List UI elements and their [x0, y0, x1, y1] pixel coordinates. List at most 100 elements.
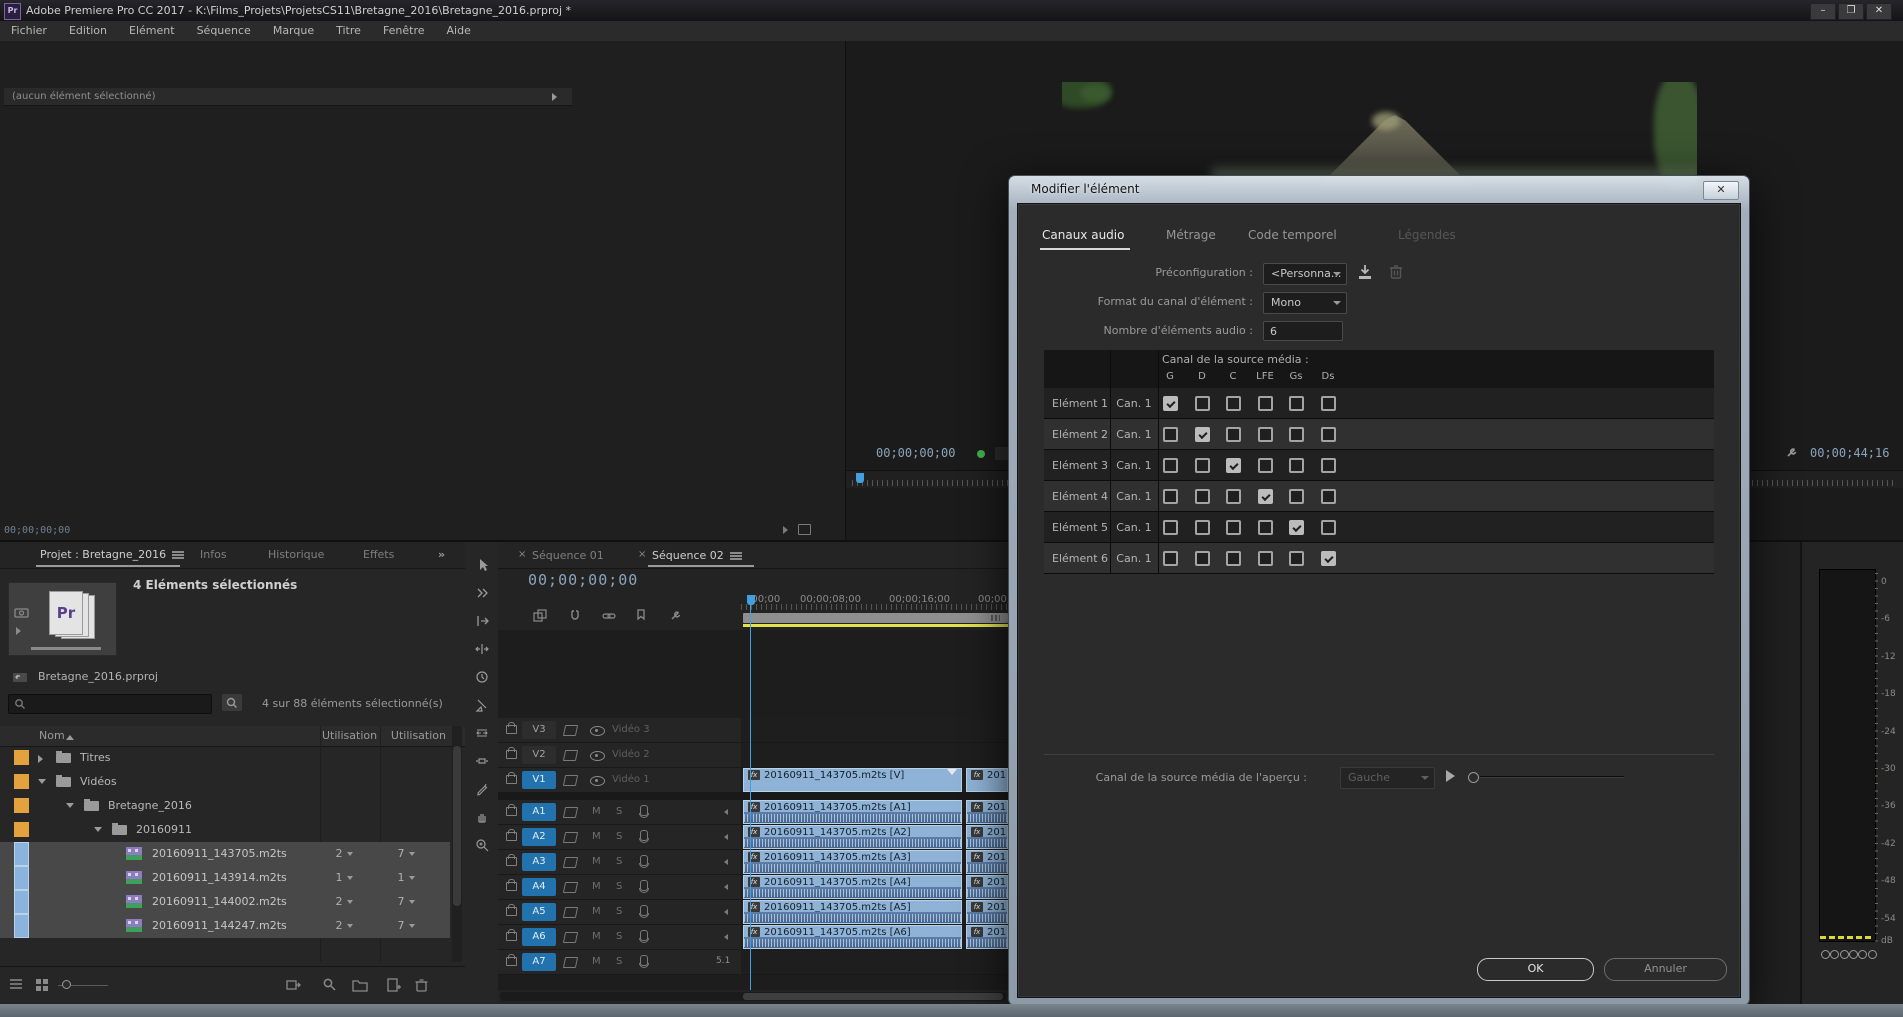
list-item-20160911-144247-m2ts[interactable]: 20160911_144247.m2ts27	[0, 914, 450, 938]
checkbox-el-ment-6-gs[interactable]	[1289, 551, 1304, 566]
track-target-button-a5[interactable]: A5	[522, 903, 556, 921]
track-header-v2[interactable]: V2Vidéo 2	[498, 743, 740, 768]
sync-lock-icon[interactable]	[563, 957, 578, 968]
track-lock-icon[interactable]	[506, 750, 517, 759]
meter-solo-button[interactable]	[1840, 950, 1849, 959]
usage-video-count[interactable]: 2	[318, 895, 370, 908]
track-target-button-a6[interactable]: A6	[522, 928, 556, 946]
track-solo-button[interactable]: S	[616, 956, 622, 967]
label-color-swatch[interactable]	[14, 914, 29, 938]
checkbox-el-ment-5-lfe[interactable]	[1258, 520, 1273, 535]
tool-razor-icon[interactable]	[475, 698, 489, 712]
checkbox-el-ment-2-gs[interactable]	[1289, 427, 1304, 442]
track-header-a5[interactable]: A5MS	[498, 900, 740, 925]
track-header-a1[interactable]: A1MS	[498, 800, 740, 825]
sync-lock-icon[interactable]	[563, 832, 578, 843]
preview-thumbnail[interactable]: Pr	[8, 582, 117, 656]
checkbox-el-ment-1-d[interactable]	[1195, 396, 1210, 411]
menu-titre[interactable]: Titre	[325, 21, 372, 37]
preview-channel-dropdown[interactable]: Gauche	[1340, 767, 1435, 789]
sync-lock-icon[interactable]	[563, 907, 578, 918]
nest-sequence-icon[interactable]	[533, 609, 547, 623]
track-lock-icon[interactable]	[506, 832, 517, 841]
timeline-clip-v1[interactable]: fx20160911_143705.m2ts [V]	[743, 768, 962, 792]
voiceover-mic-icon[interactable]	[640, 930, 648, 941]
timeline-clip-a6[interactable]: fx201	[966, 925, 1008, 949]
fx-badge-icon[interactable]: fx	[971, 770, 983, 780]
list-item-vid-os[interactable]: Vidéos	[0, 770, 450, 794]
list-item-titres[interactable]: Titres	[0, 746, 450, 770]
checkbox-el-ment-4-d[interactable]	[1195, 489, 1210, 504]
usage-dropdown-icon[interactable]	[409, 876, 415, 880]
checkbox-el-ment-2-ds[interactable]	[1321, 427, 1336, 442]
track-content-a6[interactable]: fx20160911_143705.m2ts [A6]fx201	[741, 925, 1008, 950]
tool-zoom-icon[interactable]	[475, 838, 489, 852]
track-header-a7[interactable]: A7MS5.1	[498, 950, 740, 975]
playback-resolution-dropdown[interactable]	[995, 447, 1009, 460]
usage-video-count[interactable]: 1	[318, 871, 370, 884]
track-content-a5[interactable]: fx20160911_143705.m2ts [A5]fx201	[741, 900, 1008, 925]
channel-format-dropdown[interactable]: Mono	[1263, 292, 1347, 314]
voiceover-mic-icon[interactable]	[640, 830, 648, 841]
timeline-clip-a1[interactable]: fx20160911_143705.m2ts [A1]	[743, 800, 962, 824]
track-lock-icon[interactable]	[506, 932, 517, 941]
track-content-a4[interactable]: fx20160911_143705.m2ts [A4]fx201	[741, 875, 1008, 900]
checkbox-el-ment-3-gs[interactable]	[1289, 458, 1304, 473]
label-color-swatch[interactable]	[14, 842, 29, 866]
label-color-swatch[interactable]	[14, 798, 29, 813]
minimize-button[interactable]: –	[1810, 3, 1836, 20]
track-target-button-v2[interactable]: V2	[522, 746, 556, 764]
tool-pen-icon[interactable]	[475, 782, 489, 796]
checkbox-el-ment-1-ds[interactable]	[1321, 396, 1336, 411]
checkbox-el-ment-1-lfe[interactable]	[1258, 396, 1273, 411]
checkbox-el-ment-4-c[interactable]	[1226, 489, 1241, 504]
fx-badge-icon[interactable]: fx	[971, 852, 983, 862]
usage-video-count[interactable]: 2	[318, 919, 370, 932]
tool-rolling-edit-icon[interactable]	[475, 642, 489, 656]
window-close-button[interactable]: ✕	[1866, 3, 1892, 20]
track-visibility-eye-icon[interactable]	[590, 776, 605, 786]
checkbox-el-ment-3-d[interactable]	[1195, 458, 1210, 473]
find-icon[interactable]	[322, 977, 338, 993]
track-visibility-eye-icon[interactable]	[590, 751, 605, 761]
search-input[interactable]	[8, 694, 212, 714]
tab-s-quence-02[interactable]: Séquence 02	[652, 549, 724, 562]
timeline-clip-a4[interactable]: fx201	[966, 875, 1008, 899]
new-item-icon[interactable]	[386, 977, 402, 993]
collapse-chevron-icon[interactable]	[66, 803, 74, 808]
maximize-button[interactable]: ❐	[1838, 3, 1864, 20]
track-mute-button[interactable]: M	[592, 956, 601, 967]
usage-dropdown-icon[interactable]	[347, 876, 353, 880]
track-lock-icon[interactable]	[506, 957, 517, 966]
tool-ripple-edit-icon[interactable]	[475, 614, 489, 628]
column-header-name[interactable]: Nom	[39, 729, 65, 742]
menu-aide[interactable]: Aide	[436, 21, 482, 37]
fx-badge-icon[interactable]: fx	[971, 877, 983, 887]
sync-lock-icon[interactable]	[563, 725, 578, 736]
track-header-a3[interactable]: A3MS	[498, 850, 740, 875]
preview-volume-knob[interactable]	[1468, 772, 1479, 783]
usage-dropdown-icon[interactable]	[409, 924, 415, 928]
menu-marque[interactable]: Marque	[262, 21, 325, 37]
timeline-clip-a4[interactable]: fx20160911_143705.m2ts [A4]	[743, 875, 962, 899]
tool-rate-stretch-icon[interactable]	[475, 670, 489, 684]
checkbox-el-ment-2-c[interactable]	[1226, 427, 1241, 442]
track-target-button-a7[interactable]: A7	[522, 953, 556, 971]
usage-dropdown-icon[interactable]	[347, 924, 353, 928]
checkbox-el-ment-5-ds[interactable]	[1321, 520, 1336, 535]
track-content-a1[interactable]: fx20160911_143705.m2ts [A1]fx201	[741, 800, 1008, 825]
menu-séquence[interactable]: Séquence	[186, 21, 262, 37]
checkbox-el-ment-2-g[interactable]	[1163, 427, 1178, 442]
clip-count-input[interactable]	[1263, 321, 1343, 341]
checkbox-el-ment-1-gs[interactable]	[1289, 396, 1304, 411]
meter-solo-button[interactable]	[1849, 950, 1858, 959]
preview-play-icon[interactable]	[1446, 770, 1455, 782]
tool-selection-icon[interactable]	[475, 558, 489, 572]
list-item-20160911-143705-m2ts[interactable]: 20160911_143705.m2ts27	[0, 842, 450, 866]
timeline-clip-a1[interactable]: fx201	[966, 800, 1008, 824]
track-mute-button[interactable]: M	[592, 931, 601, 942]
timeline-clip-a5[interactable]: fx20160911_143705.m2ts [A5]	[743, 900, 962, 924]
tool-track-select-icon[interactable]	[475, 586, 489, 600]
ok-button[interactable]: OK	[1477, 958, 1594, 981]
work-area-bar[interactable]	[743, 613, 1008, 623]
